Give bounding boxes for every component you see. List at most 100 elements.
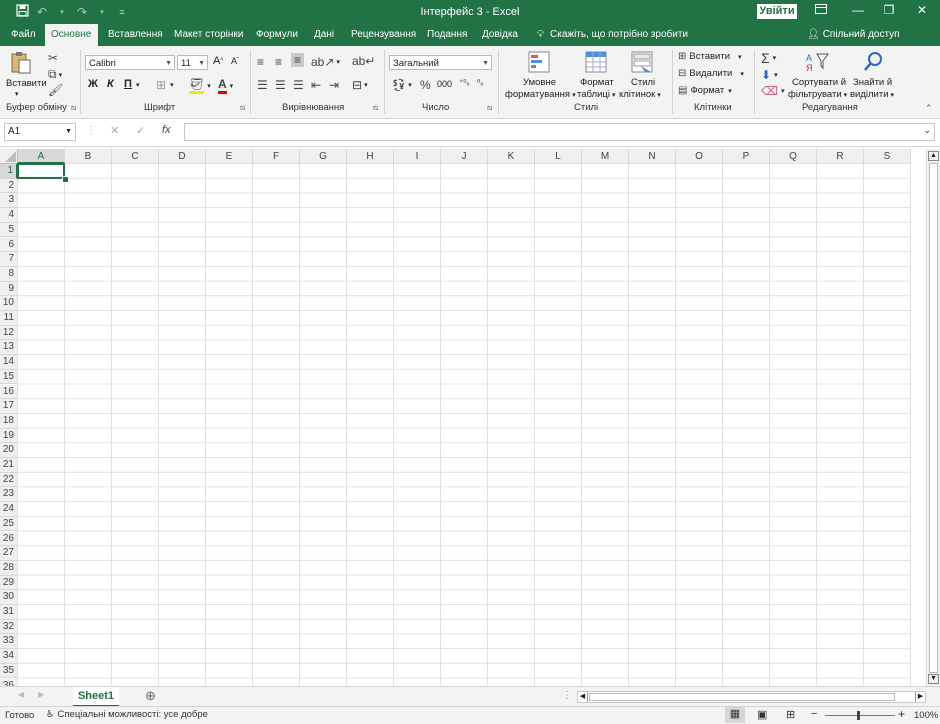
close-icon[interactable]: ✕ <box>912 3 932 17</box>
split-grip-icon[interactable]: ⋮ <box>562 690 572 701</box>
orientation-icon[interactable]: ab↗ ▾ <box>311 55 340 69</box>
fill-color-icon[interactable]: 🪣︎ ▾ <box>189 77 211 94</box>
font-size-select[interactable]: 11 ▼ <box>177 55 208 70</box>
row-header[interactable]: 28 <box>0 560 18 576</box>
column-header[interactable]: J <box>441 149 488 164</box>
row-header[interactable]: 3 <box>0 193 18 209</box>
prev-sheet-icon[interactable]: ◀ <box>18 690 24 699</box>
conditional-formatting-button[interactable]: форматування ▾ <box>505 89 576 100</box>
next-sheet-icon[interactable]: ▶ <box>38 690 44 699</box>
format-as-table-label-1[interactable]: Формат <box>580 77 614 88</box>
share-button[interactable]: 👤︎ Спільний доступ <box>801 24 906 46</box>
row-header[interactable]: 36 <box>0 678 18 686</box>
comma-style-icon[interactable]: 000 <box>437 79 452 89</box>
dialog-launcher-icon[interactable]: ⧅ <box>240 103 245 113</box>
column-header[interactable]: C <box>112 149 159 164</box>
tab-review[interactable]: Рецензування <box>345 24 422 46</box>
row-header[interactable]: 18 <box>0 413 18 429</box>
horizontal-scroll-thumb[interactable] <box>589 693 895 701</box>
row-header[interactable]: 5 <box>0 222 18 238</box>
column-header[interactable]: I <box>394 149 441 164</box>
column-header[interactable]: O <box>676 149 723 164</box>
tab-view[interactable]: Подання <box>421 24 473 46</box>
find-select-icon[interactable] <box>862 51 884 73</box>
scroll-left-icon[interactable]: ◀ <box>578 692 588 702</box>
column-header[interactable]: L <box>535 149 582 164</box>
find-select-button[interactable]: виділити ▾ <box>850 89 894 100</box>
tab-page-layout[interactable]: Макет сторінки <box>168 24 249 46</box>
active-cell[interactable] <box>17 163 65 179</box>
dialog-launcher-icon[interactable]: ⧅ <box>487 103 492 113</box>
shrink-font-icon[interactable]: Aˇ <box>231 56 239 66</box>
row-header[interactable]: 10 <box>0 296 18 311</box>
underline-button[interactable]: П <box>124 78 132 90</box>
autosum-icon[interactable]: Σ ▾ <box>761 50 776 66</box>
row-header[interactable]: 26 <box>0 531 18 547</box>
format-cells-button[interactable]: ▤ Формат ▾ <box>678 85 732 96</box>
tab-data[interactable]: Дані <box>308 24 340 46</box>
insert-cells-button[interactable]: ⊞ Вставити ▾ <box>678 51 742 62</box>
select-all-corner[interactable] <box>0 149 18 164</box>
horizontal-scrollbar[interactable]: ◀ ▶ <box>577 691 926 703</box>
column-header[interactable]: Q <box>770 149 817 164</box>
clear-icon[interactable]: ⌫ ▾ <box>761 84 784 98</box>
tab-insert[interactable]: Вставлення <box>102 24 169 46</box>
column-header[interactable]: N <box>629 149 676 164</box>
align-right-icon[interactable]: ☰ <box>293 78 304 92</box>
column-header[interactable]: G <box>300 149 347 164</box>
cut-icon[interactable]: ✂ <box>48 51 58 65</box>
row-header[interactable]: 12 <box>0 325 18 341</box>
add-sheet-icon[interactable]: ⊕ <box>145 688 156 704</box>
fill-handle[interactable] <box>62 175 69 183</box>
scroll-up-icon[interactable]: ▲ <box>928 151 939 161</box>
column-header[interactable]: F <box>253 149 300 164</box>
zoom-slider-thumb[interactable] <box>857 711 860 720</box>
increase-decimal-icon[interactable]: ⁺⁰₀ <box>459 78 470 87</box>
borders-icon[interactable]: ⊞ ▾ <box>156 78 174 92</box>
zoom-slider[interactable] <box>825 715 895 716</box>
column-header[interactable]: M <box>582 149 629 164</box>
restore-icon[interactable]: ❐ <box>879 3 899 17</box>
percent-icon[interactable]: % <box>420 78 431 92</box>
page-layout-view-icon[interactable]: ▣ <box>757 708 767 721</box>
collapse-ribbon-icon[interactable]: ⌃ <box>925 103 933 114</box>
sort-filter-label-1[interactable]: Сортувати й <box>792 77 846 88</box>
row-header[interactable]: 22 <box>0 472 18 488</box>
dialog-launcher-icon[interactable]: ⧅ <box>373 103 378 113</box>
row-header[interactable]: 32 <box>0 619 18 635</box>
dialog-launcher-icon[interactable]: ⧅ <box>71 103 76 113</box>
column-header[interactable]: K <box>488 149 535 164</box>
italic-button[interactable]: К <box>107 78 114 90</box>
tell-me-search[interactable]: 💡︎ Скажіть, що потрібно зробити <box>531 24 694 46</box>
format-painter-icon[interactable]: 🖌︎ <box>48 83 63 97</box>
zoom-level[interactable]: 100% <box>914 710 938 721</box>
format-as-table-button[interactable]: таблиці ▾ <box>577 89 615 100</box>
row-header[interactable]: 30 <box>0 590 18 605</box>
row-header[interactable]: 29 <box>0 575 18 591</box>
column-header[interactable]: S <box>864 149 911 164</box>
row-header[interactable]: 31 <box>0 605 18 620</box>
cell-styles-label-1[interactable]: Стилі <box>631 77 655 88</box>
row-header[interactable]: 8 <box>0 266 18 282</box>
minimize-icon[interactable]: — <box>848 3 868 17</box>
font-name-select[interactable]: Calibri ▼ <box>85 55 175 70</box>
row-header[interactable]: 33 <box>0 634 18 650</box>
sheet-tab-sheet1[interactable]: Sheet1 <box>73 687 119 707</box>
tab-formulas[interactable]: Формули <box>250 24 304 46</box>
row-header[interactable]: 19 <box>0 428 18 444</box>
page-break-view-icon[interactable]: ⊞ <box>786 708 795 721</box>
tab-file[interactable]: Файл <box>5 24 42 46</box>
conditional-formatting-label-1[interactable]: Умовне <box>523 77 556 88</box>
scroll-right-icon[interactable]: ▶ <box>915 692 925 702</box>
format-as-table-icon[interactable] <box>585 51 607 73</box>
decrease-decimal-icon[interactable]: ⁰₀ <box>477 78 484 87</box>
align-left-icon[interactable]: ☰ <box>257 78 268 92</box>
tab-home[interactable]: Основне <box>45 24 98 46</box>
delete-cells-button[interactable]: ⊟ Видалити ▾ <box>678 68 744 79</box>
row-header[interactable]: 21 <box>0 458 18 473</box>
cancel-icon[interactable]: ✕ <box>110 124 119 137</box>
merge-center-icon[interactable]: ⊟ ▾ <box>352 78 368 92</box>
column-header[interactable]: B <box>65 149 112 164</box>
sort-filter-button[interactable]: фільтрувати ▾ <box>788 89 847 100</box>
accounting-format-icon[interactable]: 💱︎ ▾ <box>391 78 412 92</box>
